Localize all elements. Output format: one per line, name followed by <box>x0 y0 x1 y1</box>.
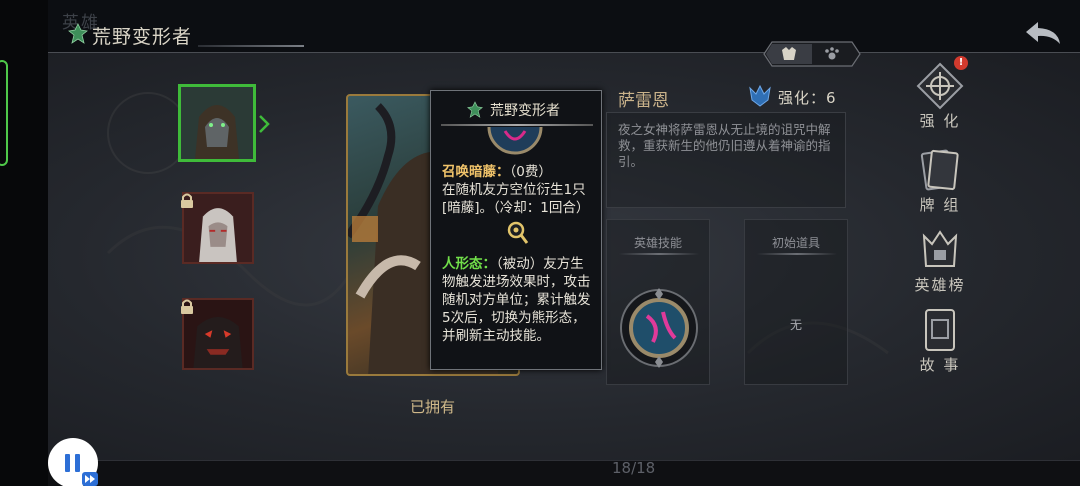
owned-label: 已拥有 <box>410 398 456 416</box>
strength-crest-icon <box>749 84 771 107</box>
card-deck-icon <box>920 149 959 191</box>
hero-description: 夜之女神将萨雷恩从无止境的诅咒中解救，重获新生的他仍旧遵从着神谕的指引。 <box>618 122 831 169</box>
selected-indicator-icon <box>259 115 270 133</box>
tooltip-divider <box>441 124 593 126</box>
skill2-type: （被动） <box>496 256 544 272</box>
magnifier-icon[interactable] <box>507 221 529 245</box>
lock-icon <box>181 299 193 314</box>
side-story-button[interactable]: 故 事 <box>912 306 968 386</box>
alert-badge: ! <box>954 56 968 70</box>
side-enhance-label: 强 化 <box>919 112 961 130</box>
hero-skill-title: 英雄技能 <box>633 236 682 250</box>
starting-item-slot[interactable]: 初始道具 无 <box>744 219 848 385</box>
starting-item-title: 初始道具 <box>771 236 820 250</box>
hero-skill-slot[interactable]: 英雄技能 <box>606 219 710 385</box>
hero-skill-icon[interactable] <box>617 286 701 370</box>
skill2-description: 人形态：（被动）友方生物触发进场效果时，攻击随机对方单位；累计触发5次后，切换为… <box>442 255 592 345</box>
skill-orb-icon <box>487 127 543 155</box>
skill1-cost: （0费） <box>509 164 552 180</box>
fast-forward-icon[interactable] <box>82 472 98 486</box>
pale-vampire-portrait <box>184 194 252 262</box>
demon-beast-portrait <box>184 300 252 368</box>
starting-item-empty: 无 <box>789 318 802 332</box>
lock-icon <box>181 193 193 208</box>
side-story-label: 故 事 <box>919 356 961 374</box>
leaf-icon <box>68 23 88 44</box>
pause-icon <box>75 454 80 472</box>
side-enhance-button[interactable]: ! 强 化 <box>912 56 968 142</box>
slot-divider <box>757 253 837 255</box>
skill1-text: 在随机友方空位衍生1只[暗藤]。（冷却：1回合） <box>442 182 590 216</box>
back-arrow-icon[interactable] <box>1024 18 1064 48</box>
side-drawer-handle[interactable] <box>0 60 8 166</box>
page-counter: 18/18 <box>612 459 656 477</box>
hero-ranking-icon <box>922 230 958 267</box>
side-ranking-button[interactable]: 英雄榜 <box>912 226 968 306</box>
bottom-bar <box>48 460 1080 486</box>
story-book-icon <box>925 309 955 351</box>
tooltip-title: 荒野变形者 <box>490 103 560 119</box>
side-ranking-label: 英雄榜 <box>914 276 966 294</box>
strength-level: 强化：6 <box>778 89 837 107</box>
ability-tooltip: 荒野变形者 召唤暗藤：（0费） 在随机友方空位衍生1只[暗藤]。（冷却：1回合）… <box>430 90 602 370</box>
pause-icon <box>65 454 70 472</box>
hooded-druid-portrait <box>181 87 253 159</box>
view-toggle-tabs[interactable] <box>762 40 862 68</box>
page-title: 荒野变形者 <box>92 26 193 48</box>
skill2-name: 人形态： <box>442 256 496 272</box>
page-header: 荒野变形者 <box>48 14 1080 56</box>
hero-portrait-druid[interactable] <box>178 84 256 162</box>
slot-divider <box>619 253 699 255</box>
skill1-name: 召唤暗藤： <box>442 164 510 180</box>
skill1-description: 召唤暗藤：（0费） 在随机友方空位衍生1只[暗藤]。（冷却：1回合） <box>442 163 592 217</box>
hero-name: 萨雷恩 <box>618 91 669 111</box>
side-deck-label: 牌 组 <box>919 196 961 214</box>
side-deck-button[interactable]: 牌 组 <box>912 146 968 226</box>
title-underline <box>198 45 304 47</box>
